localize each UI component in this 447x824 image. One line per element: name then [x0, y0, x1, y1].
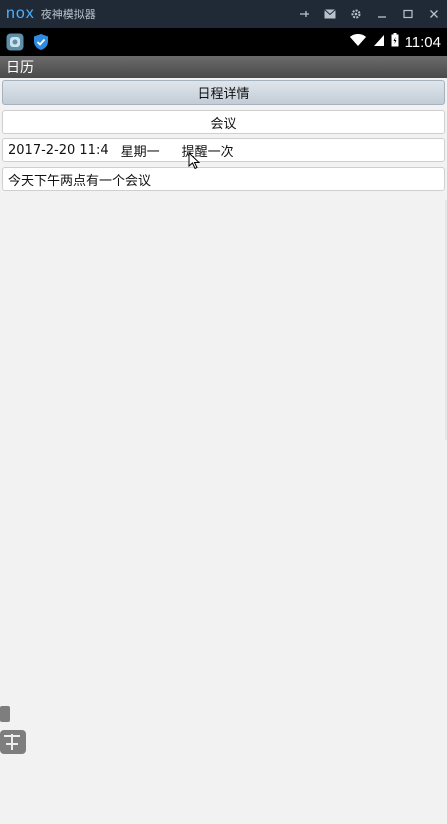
maximize-icon[interactable]	[401, 7, 415, 21]
emulator-window: nox 夜神模拟器 11:04 日历 日程详情 会议 2017-2-20 11:…	[0, 0, 447, 824]
event-title-field[interactable]: 会议	[2, 110, 445, 134]
battery-icon	[391, 32, 399, 52]
mouse-cursor-icon	[188, 151, 202, 170]
shield-icon	[32, 33, 50, 51]
notification-icons	[6, 33, 50, 51]
event-meta-row[interactable]: 2017-2-20 11:4 星期一 提醒一次	[2, 138, 445, 162]
event-weekday: 星期一	[120, 144, 160, 160]
watermark-logo	[0, 700, 30, 760]
mail-icon[interactable]	[323, 7, 337, 21]
schedule-detail-header-label: 日程详情	[197, 87, 250, 102]
status-bar: 11:04	[0, 28, 447, 56]
status-clock: 11:04	[404, 33, 441, 51]
signal-icon	[373, 33, 385, 52]
event-description: 今天下午两点有一个会议	[8, 173, 152, 189]
app-title: 日历	[6, 60, 34, 76]
event-description-field[interactable]: 今天下午两点有一个会议	[2, 167, 445, 191]
wifi-icon	[349, 33, 367, 52]
event-datetime: 2017-2-20 11:4	[8, 142, 109, 158]
minimize-icon[interactable]	[375, 7, 389, 21]
event-title: 会议	[210, 116, 237, 132]
close-icon[interactable]	[427, 7, 441, 21]
emulator-title-bar: nox 夜神模拟器	[0, 0, 447, 28]
emulator-controls	[297, 7, 441, 21]
gear-icon[interactable]	[349, 7, 363, 21]
action-bar: 日历	[0, 56, 447, 78]
emulator-logo: nox	[6, 5, 35, 22]
system-status: 11:04	[349, 32, 441, 52]
schedule-detail-header[interactable]: 日程详情	[2, 80, 445, 105]
schedule-detail: 日程详情 会议 2017-2-20 11:4 星期一 提醒一次 今天下午两点有一…	[0, 78, 447, 824]
app-icon	[6, 33, 24, 51]
emulator-title: 夜神模拟器	[40, 8, 96, 21]
pin-icon[interactable]	[297, 7, 311, 21]
